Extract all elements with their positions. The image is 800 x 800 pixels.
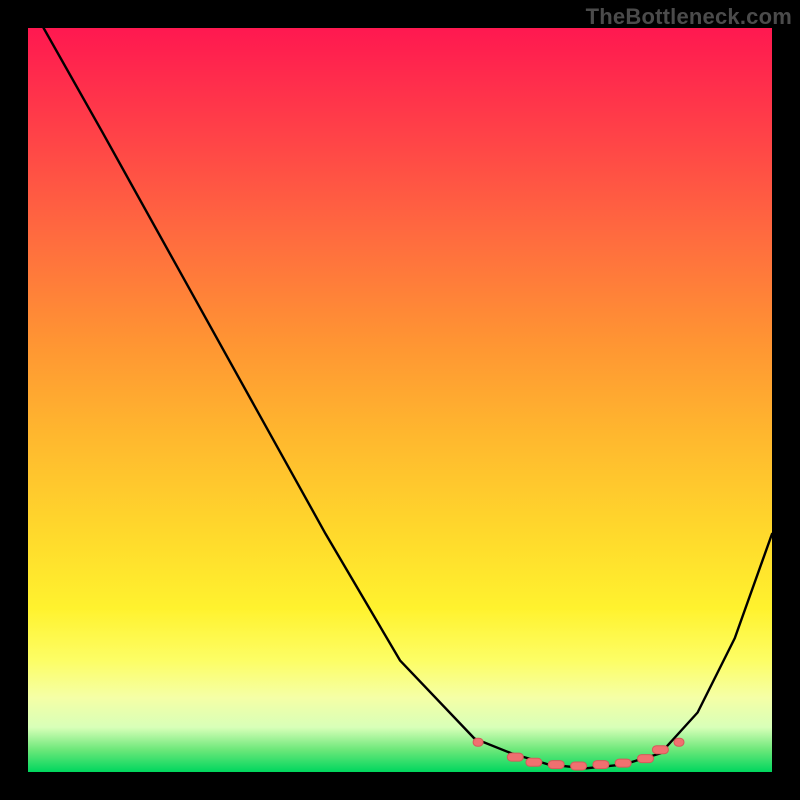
curve-marker: [615, 759, 631, 767]
bottleneck-curve: [28, 28, 772, 768]
curve-marker: [507, 753, 523, 761]
chart-svg: [28, 28, 772, 772]
chart-frame: TheBottleneck.com: [0, 0, 800, 800]
curve-marker: [548, 761, 564, 769]
curve-marker: [571, 762, 587, 770]
curve-marker: [652, 746, 668, 754]
curve-marker: [473, 738, 483, 746]
curve-marker: [674, 738, 684, 746]
curve-markers: [473, 738, 684, 770]
curve-marker: [593, 761, 609, 769]
curve-marker: [526, 758, 542, 766]
curve-marker: [638, 755, 654, 763]
plot-area: [28, 28, 772, 772]
watermark-text: TheBottleneck.com: [586, 4, 792, 30]
